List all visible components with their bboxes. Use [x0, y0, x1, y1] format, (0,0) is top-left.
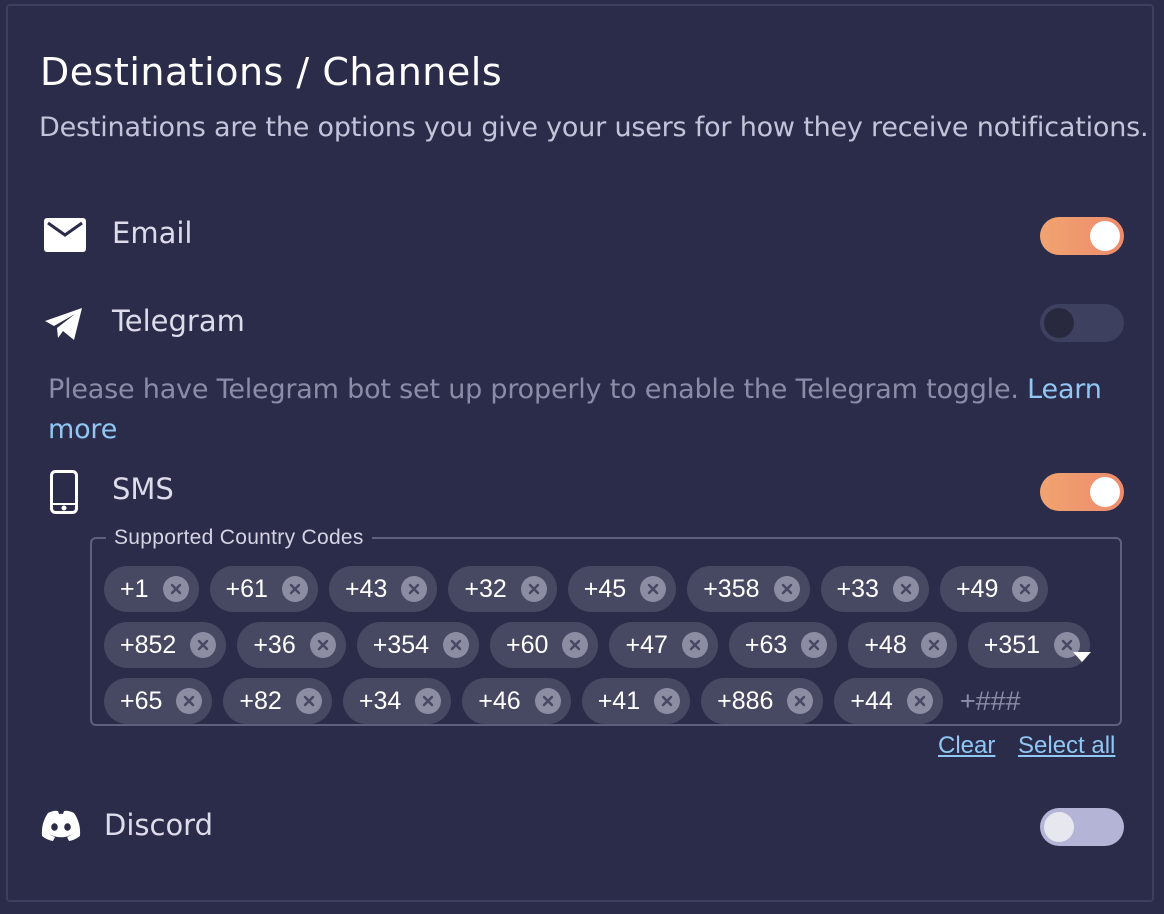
toggle-knob	[1044, 308, 1074, 338]
country-code-chip[interactable]: +354	[356, 622, 480, 668]
country-code-label: +48	[864, 630, 907, 659]
toggle-knob	[1090, 221, 1120, 251]
remove-chip-icon[interactable]	[534, 688, 561, 714]
country-code-chip[interactable]: +852	[104, 622, 227, 668]
country-code-input[interactable]	[957, 680, 1112, 722]
country-code-label: +63	[744, 630, 788, 659]
phone-icon	[50, 470, 78, 518]
remove-chip-icon[interactable]	[295, 688, 322, 714]
toggle-knob	[1090, 477, 1120, 507]
remove-chip-icon[interactable]	[162, 576, 189, 602]
discord-label: Discord	[104, 808, 214, 842]
discord-icon	[40, 810, 82, 846]
telegram-toggle[interactable]	[1040, 304, 1124, 342]
country-code-label: +45	[583, 574, 627, 603]
toggle-knob	[1044, 812, 1074, 842]
country-code-chip[interactable]: +49	[939, 566, 1049, 612]
country-code-chip[interactable]: +44	[834, 678, 943, 724]
country-code-label: +46	[478, 686, 521, 715]
country-code-label: +60	[506, 630, 549, 659]
country-code-label: +41	[597, 686, 641, 715]
telegram-label: Telegram	[112, 304, 245, 338]
select-all-codes-link[interactable]: Select all	[1018, 732, 1115, 760]
country-code-label: +852	[120, 630, 177, 659]
country-code-label: +34	[358, 686, 402, 715]
sms-label: SMS	[112, 472, 174, 506]
sms-toggle[interactable]	[1040, 473, 1124, 511]
remove-chip-icon[interactable]	[906, 688, 933, 714]
country-code-label: +354	[372, 630, 430, 659]
country-code-chip[interactable]: +60	[490, 622, 599, 668]
country-code-chip[interactable]: +48	[848, 622, 957, 668]
country-code-chip[interactable]: +351	[967, 622, 1091, 668]
remove-chip-icon[interactable]	[309, 632, 336, 658]
country-code-label: +61	[225, 574, 268, 603]
country-code-label: +886	[717, 686, 774, 715]
country-code-label: +49	[955, 574, 999, 603]
country-code-chip[interactable]: +65	[104, 678, 213, 724]
remove-chip-icon[interactable]	[190, 632, 217, 658]
remove-chip-icon[interactable]	[176, 688, 203, 714]
remove-chip-icon[interactable]	[920, 632, 947, 658]
telegram-setup-note: Please have Telegram bot set up properly…	[48, 370, 1128, 450]
remove-chip-icon[interactable]	[801, 632, 828, 658]
country-code-label: +43	[344, 574, 388, 603]
remove-chip-icon[interactable]	[787, 688, 814, 714]
country-code-chip[interactable]: +45	[567, 566, 677, 612]
email-label: Email	[112, 216, 193, 250]
country-codes-legend: Supported Country Codes	[114, 526, 364, 549]
clear-codes-link[interactable]: Clear	[938, 732, 995, 760]
country-code-label: +33	[836, 574, 879, 603]
mail-icon	[44, 218, 86, 256]
chip-row: +852 +36 +354 +60 +47 +63 +48 +351	[104, 622, 1091, 668]
country-code-chip[interactable]: +1	[104, 566, 199, 612]
remove-chip-icon[interactable]	[681, 632, 708, 658]
country-code-chip[interactable]: +886	[701, 678, 824, 724]
telegram-note-text: Please have Telegram bot set up properly…	[48, 374, 1019, 405]
remove-chip-icon[interactable]	[443, 632, 470, 658]
telegram-icon	[44, 307, 84, 345]
chip-row: +1 +61 +43 +32 +45 +358 +33 +49	[104, 566, 1084, 612]
country-code-label: +351	[983, 630, 1041, 659]
country-code-chip[interactable]: +36	[237, 622, 346, 668]
country-code-label: +65	[120, 686, 163, 715]
country-code-chip[interactable]: +34	[342, 678, 452, 724]
chevron-down-icon[interactable]	[1073, 652, 1091, 662]
page-subtitle: Destinations are the options you give yo…	[39, 112, 1149, 143]
remove-chip-icon[interactable]	[401, 576, 428, 602]
country-code-label: +44	[850, 686, 893, 715]
country-code-chip[interactable]: +82	[223, 678, 332, 724]
country-code-label: +47	[625, 630, 668, 659]
country-codes-chips: +1 +61 +43 +32 +45 +358 +33 +49 +852 +36 +354 +60 +4…	[104, 566, 1112, 734]
email-toggle[interactable]	[1040, 217, 1124, 255]
country-code-chip[interactable]: +47	[609, 622, 718, 668]
country-code-label: +82	[239, 686, 282, 715]
country-code-chip[interactable]: +46	[462, 678, 571, 724]
country-code-label: +36	[253, 630, 296, 659]
remove-chip-icon[interactable]	[562, 632, 589, 658]
country-code-chip[interactable]: +41	[581, 678, 691, 724]
page-title: Destinations / Channels	[40, 50, 503, 94]
country-code-chip[interactable]: +63	[728, 622, 838, 668]
country-code-label: +32	[464, 574, 507, 603]
country-codes-field: Supported Country Codes +1 +61 +43 +32 +45 +3…	[90, 526, 1122, 726]
country-code-chip[interactable]: +61	[209, 566, 318, 612]
remove-chip-icon[interactable]	[654, 688, 681, 714]
country-code-chip[interactable]: +358	[687, 566, 810, 612]
remove-chip-icon[interactable]	[1012, 576, 1039, 602]
remove-chip-icon[interactable]	[640, 576, 667, 602]
remove-chip-icon[interactable]	[520, 576, 547, 602]
destinations-panel: Destinations / Channels Destinations are…	[6, 4, 1154, 902]
chip-row: +65 +82 +34 +46 +41 +886 +44	[104, 678, 1112, 724]
remove-chip-icon[interactable]	[415, 688, 442, 714]
remove-chip-icon[interactable]	[773, 576, 800, 602]
country-code-chip[interactable]: +43	[328, 566, 438, 612]
country-code-chip[interactable]: +33	[820, 566, 929, 612]
country-code-label: +1	[120, 574, 149, 603]
country-code-chip[interactable]: +32	[448, 566, 557, 612]
country-code-label: +358	[703, 574, 760, 603]
discord-toggle[interactable]	[1040, 808, 1124, 846]
remove-chip-icon[interactable]	[892, 576, 919, 602]
remove-chip-icon[interactable]	[281, 576, 308, 602]
